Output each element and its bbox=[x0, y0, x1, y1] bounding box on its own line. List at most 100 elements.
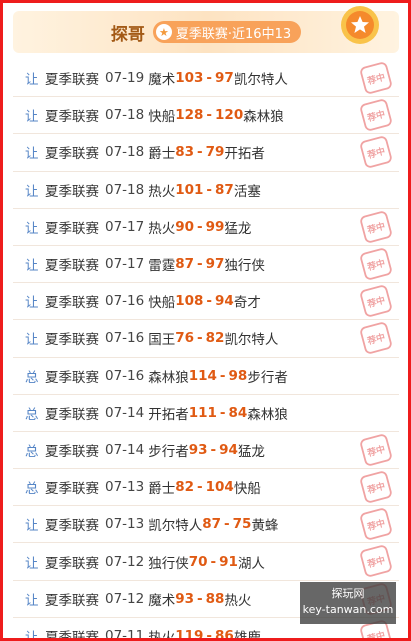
away-team: 步行者 bbox=[247, 369, 288, 386]
match-type-tag: 让 bbox=[25, 258, 39, 275]
star-icon: ★ bbox=[155, 24, 172, 40]
match-date: 07-13 bbox=[105, 479, 145, 496]
away-team: 独行侠 bbox=[224, 258, 265, 275]
match-type-tag: 让 bbox=[25, 592, 39, 609]
match-date: 07-12 bbox=[105, 590, 145, 607]
svg-text:荐中: 荐中 bbox=[365, 331, 386, 348]
home-team: 快船 bbox=[148, 109, 176, 126]
league-name: 夏季联赛 bbox=[45, 369, 99, 386]
match-date: 07-18 bbox=[105, 181, 145, 198]
match-row[interactable]: 让夏季联赛 07-17 热火 90-99 猛龙 荐中 bbox=[13, 209, 399, 246]
svg-text:荐中: 荐中 bbox=[365, 554, 386, 571]
league-name: 夏季联赛 bbox=[45, 481, 99, 498]
match-row[interactable]: 让夏季联赛 07-18 热火 101-87 活塞 bbox=[13, 172, 399, 209]
svg-text:荐中: 荐中 bbox=[365, 443, 386, 460]
away-team: 快船 bbox=[233, 481, 261, 498]
match-row[interactable]: 让夏季联赛 07-12 独行侠 70-91 湖人 荐中 bbox=[13, 543, 399, 581]
league-name: 夏季联赛 bbox=[45, 332, 99, 349]
home-score: 82 bbox=[175, 479, 195, 496]
hit-stamp-icon: 荐中 bbox=[360, 434, 392, 466]
home-team: 雷霆 bbox=[148, 258, 176, 275]
away-team: 活塞 bbox=[233, 183, 261, 200]
svg-text:荐中: 荐中 bbox=[365, 629, 386, 641]
home-score: 83 bbox=[175, 144, 195, 161]
home-score: 108 bbox=[175, 293, 204, 310]
away-team: 森林狼 bbox=[243, 109, 284, 126]
svg-text:荐中: 荐中 bbox=[365, 480, 386, 497]
match-row[interactable]: 总夏季联赛 07-13 爵士 82-104 快船 荐中 bbox=[13, 469, 399, 507]
hit-stamp-icon: 荐中 bbox=[360, 545, 392, 578]
league-name: 夏季联赛 bbox=[45, 518, 99, 535]
match-row[interactable]: 总夏季联赛 07-16 森林狼 114-98 步行者 bbox=[13, 358, 399, 395]
league-name: 夏季联赛 bbox=[45, 295, 99, 312]
league-name: 夏季联赛 bbox=[45, 72, 99, 89]
svg-text:荐中: 荐中 bbox=[365, 517, 386, 534]
away-score: 91 bbox=[219, 553, 238, 570]
away-score: 104 bbox=[205, 479, 234, 496]
league-name: 夏季联赛 bbox=[45, 592, 99, 609]
score-separator: - bbox=[197, 479, 203, 496]
hit-stamp-icon: 荐中 bbox=[360, 136, 392, 169]
home-score: 128 bbox=[175, 107, 204, 124]
hit-stamp-icon: 荐中 bbox=[360, 508, 392, 540]
score-separator: - bbox=[197, 256, 203, 273]
match-row[interactable]: 让夏季联赛 07-17 雷霆 87-97 独行侠 荐中 bbox=[13, 246, 399, 284]
home-score: 87 bbox=[202, 516, 222, 533]
match-type-tag: 让 bbox=[25, 109, 39, 126]
home-team: 魔术 bbox=[148, 72, 176, 89]
hit-stamp-icon: 荐中 bbox=[360, 285, 392, 317]
match-type-tag: 让 bbox=[25, 220, 39, 237]
away-score: 94 bbox=[215, 293, 234, 310]
hit-stamp-icon: 荐中 bbox=[360, 211, 392, 243]
away-score: 94 bbox=[219, 441, 238, 458]
match-date: 07-16 bbox=[105, 330, 145, 347]
match-row[interactable]: 让夏季联赛 07-13 凯尔特人 87-75 黄蜂 荐中 bbox=[13, 506, 399, 544]
score-separator: - bbox=[219, 367, 226, 384]
score-separator: - bbox=[197, 330, 203, 347]
score-separator: - bbox=[197, 590, 203, 607]
league-name: 夏季联赛 bbox=[45, 220, 99, 237]
home-team: 凯尔特人 bbox=[148, 518, 203, 535]
home-team: 开拓者 bbox=[148, 406, 189, 423]
match-date: 07-16 bbox=[105, 367, 145, 384]
away-team: 森林狼 bbox=[247, 406, 288, 423]
watermark: 探玩网 key-tanwan.com bbox=[300, 582, 396, 624]
home-score: 93 bbox=[175, 590, 195, 607]
match-row[interactable]: 让夏季联赛 07-16 快船 108-94 奇才 荐中 bbox=[13, 283, 399, 321]
hit-stamp-icon: 荐中 bbox=[360, 322, 392, 355]
hit-stamp-icon: 荐中 bbox=[360, 248, 392, 280]
away-team: 猛龙 bbox=[224, 220, 252, 237]
home-team: 魔术 bbox=[148, 592, 176, 609]
match-row[interactable]: 让夏季联赛 07-18 快船 128-120 森林狼 荐中 bbox=[13, 97, 399, 135]
home-team: 热火 bbox=[148, 183, 176, 200]
score-separator: - bbox=[206, 107, 213, 124]
away-team: 奇才 bbox=[233, 295, 261, 312]
match-type-tag: 总 bbox=[25, 406, 39, 423]
away-score: 87 bbox=[215, 181, 234, 198]
match-row[interactable]: 让夏季联赛 07-16 国王 76-82 凯尔特人 荐中 bbox=[13, 320, 399, 358]
away-team: 黄蜂 bbox=[251, 518, 279, 535]
match-row[interactable]: 总夏季联赛 07-14 开拓者 111-84 森林狼 bbox=[13, 395, 399, 432]
away-score: 88 bbox=[205, 590, 225, 607]
match-date: 07-17 bbox=[105, 256, 145, 273]
match-date: 07-13 bbox=[105, 516, 145, 533]
home-score: 93 bbox=[188, 441, 208, 458]
svg-text:荐中: 荐中 bbox=[365, 294, 386, 311]
score-separator: - bbox=[197, 144, 203, 161]
match-row[interactable]: 让夏季联赛 07-18 爵士 83-79 开拓者 荐中 bbox=[13, 134, 399, 172]
home-score: 87 bbox=[175, 256, 195, 273]
league-name: 夏季联赛 bbox=[45, 109, 99, 126]
league-name: 夏季联赛 bbox=[45, 555, 99, 572]
match-row[interactable]: 总夏季联赛 07-14 步行者 93-94 猛龙 荐中 bbox=[13, 432, 399, 470]
score-separator: - bbox=[206, 293, 213, 310]
match-date: 07-14 bbox=[105, 441, 145, 458]
home-team: 爵士 bbox=[148, 481, 176, 498]
home-score: 90 bbox=[175, 218, 195, 235]
match-date: 07-11 bbox=[105, 627, 145, 641]
match-type-tag: 总 bbox=[25, 481, 39, 498]
match-date: 07-14 bbox=[105, 404, 145, 421]
svg-text:荐中: 荐中 bbox=[365, 108, 386, 125]
match-date: 07-17 bbox=[105, 218, 145, 235]
match-row[interactable]: 让夏季联赛 07-19 魔术 103-97 凯尔特人 荐中 bbox=[13, 60, 399, 98]
league-name: 夏季联赛 bbox=[45, 183, 99, 200]
